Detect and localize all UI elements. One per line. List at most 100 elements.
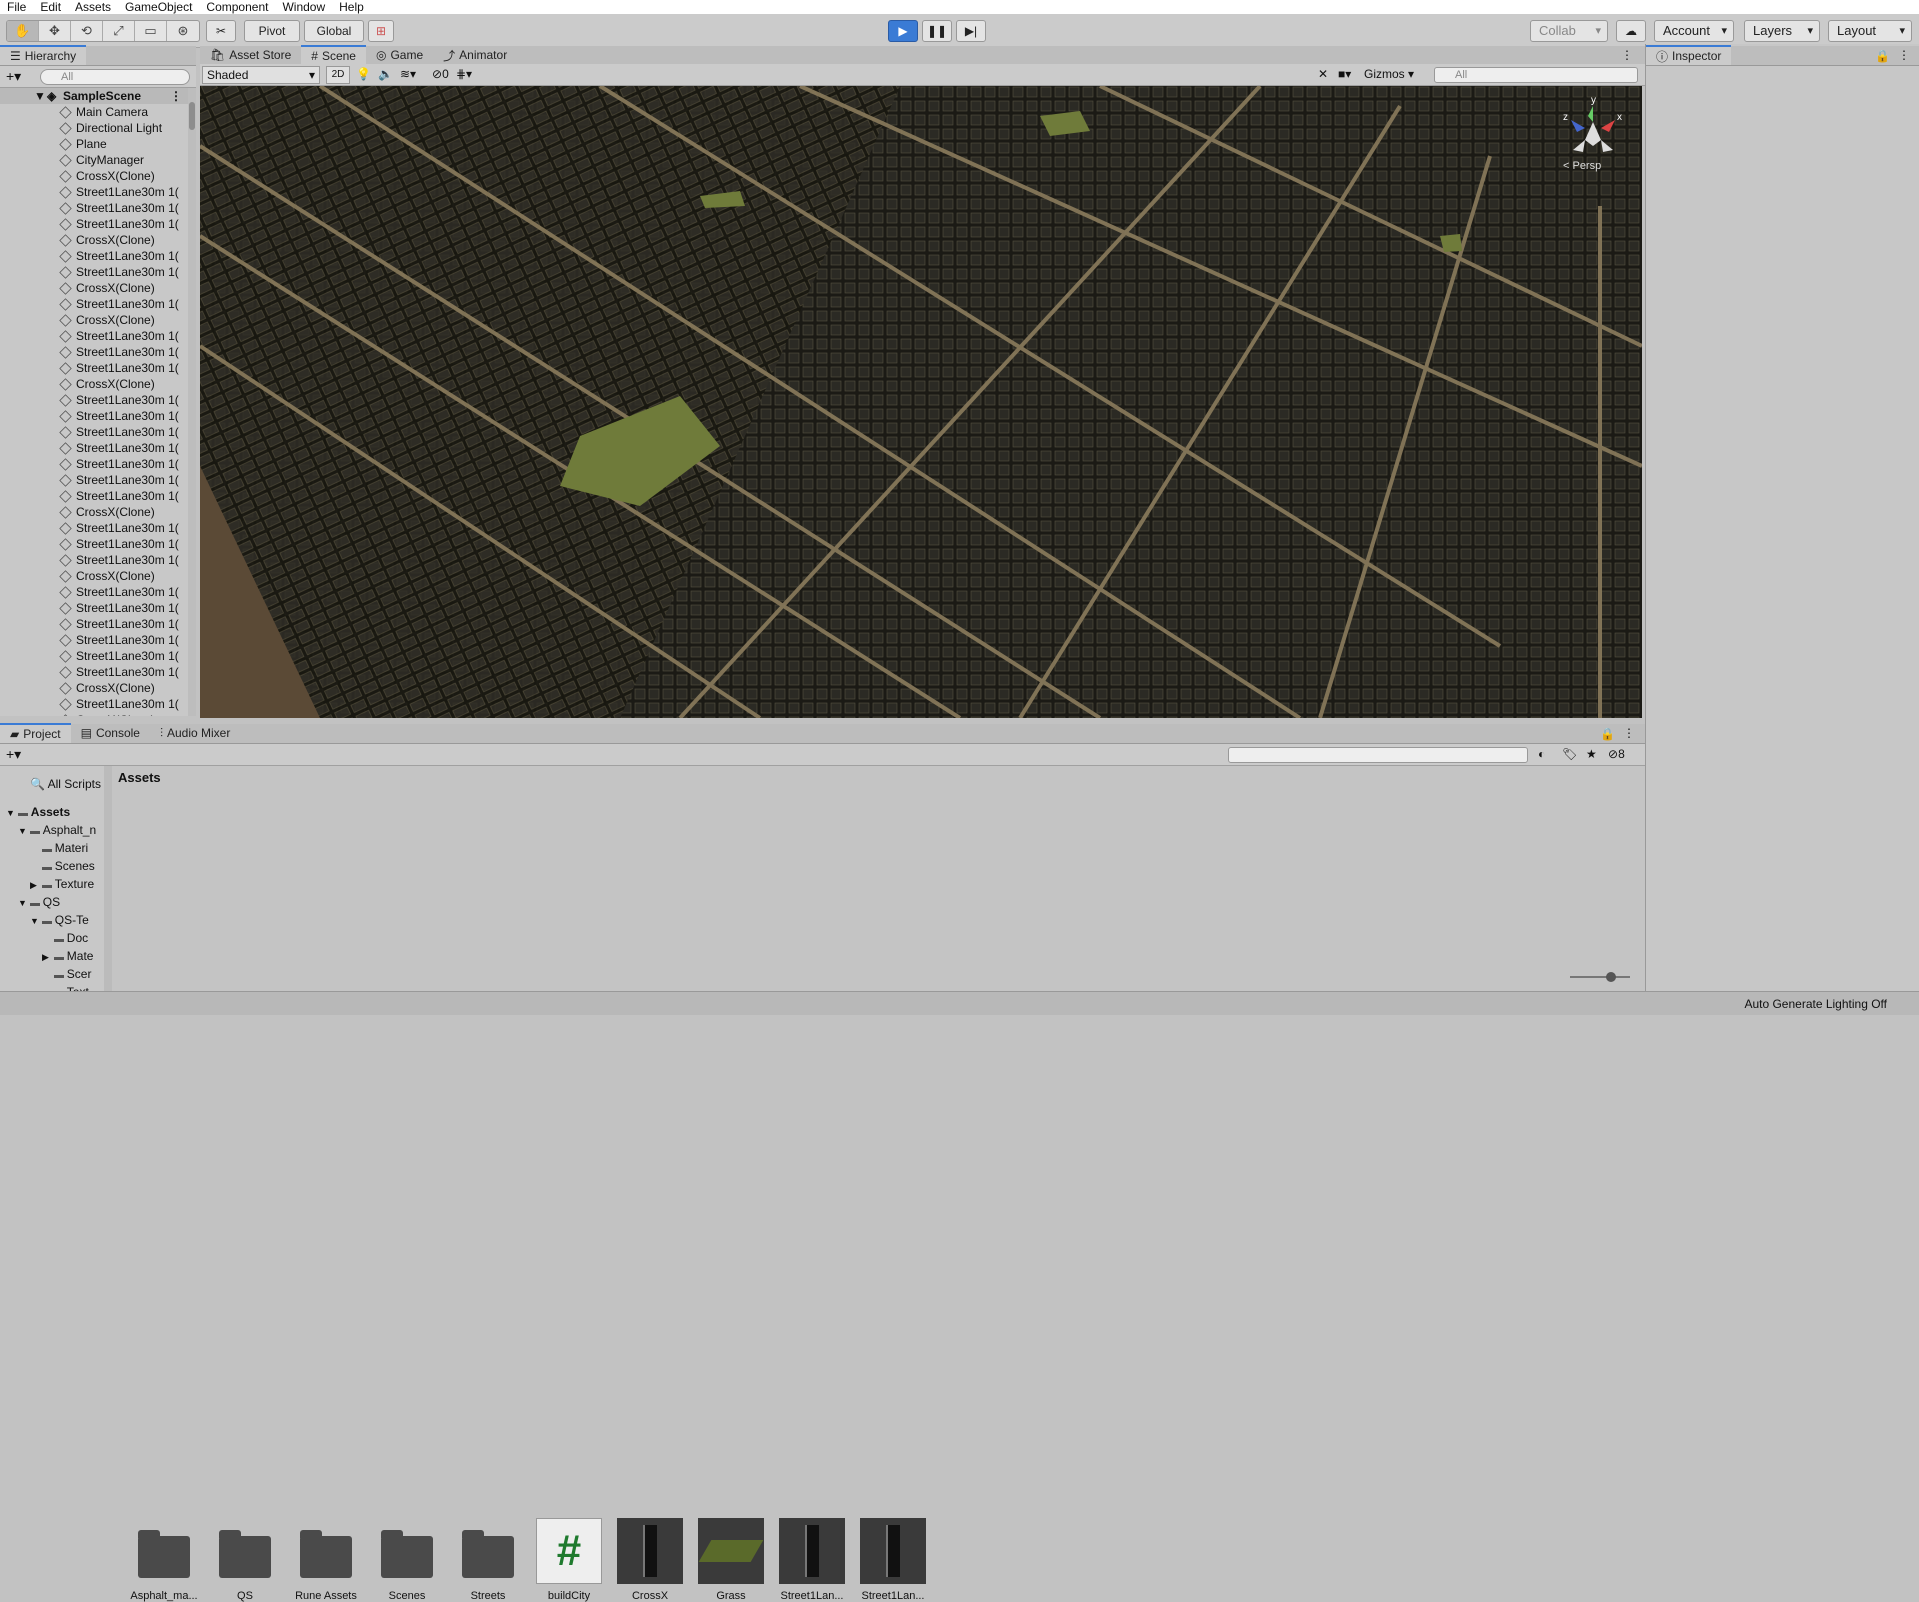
- custom-tool-icon[interactable]: ✂: [206, 20, 236, 42]
- hierarchy-item[interactable]: Street1Lane30m 1(: [0, 424, 190, 440]
- menu-item[interactable]: File: [0, 0, 33, 14]
- play-button[interactable]: ▶: [888, 20, 918, 42]
- menu-item[interactable]: GameObject: [118, 0, 199, 14]
- expand-arrow-icon[interactable]: ▶: [30, 877, 42, 893]
- hierarchy-item[interactable]: Directional Light: [0, 120, 190, 136]
- hierarchy-item[interactable]: CrossX(Clone): [0, 312, 190, 328]
- shading-dropdown[interactable]: Shaded ▾: [202, 66, 320, 84]
- hierarchy-item[interactable]: CrossX(Clone): [0, 504, 190, 520]
- add-icon[interactable]: +▾: [6, 746, 21, 763]
- add-icon[interactable]: +▾: [6, 68, 21, 85]
- transform-tool-icon[interactable]: ⊛: [167, 21, 199, 41]
- scrollbar-thumb[interactable]: [189, 102, 195, 130]
- scene-root[interactable]: ▼ ◈ SampleScene ⋮: [0, 88, 190, 104]
- asset-item[interactable]: Street1Lan...: [853, 1518, 933, 1602]
- menu-item[interactable]: Edit: [33, 0, 68, 14]
- rect-tool-icon[interactable]: ▭: [135, 21, 167, 41]
- layout-dropdown[interactable]: Layout: [1828, 20, 1912, 42]
- lock-icon[interactable]: 🔒: [1875, 49, 1890, 63]
- asset-item[interactable]: Grass: [691, 1518, 771, 1602]
- hierarchy-item[interactable]: Street1Lane30m 1(: [0, 472, 190, 488]
- hierarchy-item[interactable]: Street1Lane30m 1(: [0, 216, 190, 232]
- menu-item[interactable]: Window: [275, 0, 332, 14]
- zoom-slider-handle[interactable]: [1606, 972, 1616, 982]
- expand-arrow-icon[interactable]: ▶: [42, 949, 54, 965]
- folder-tree-item[interactable]: ▼ ▬ QS: [0, 894, 111, 912]
- tab-project[interactable]: ▰ Project: [0, 723, 71, 743]
- tab-game[interactable]: ◎ Game: [366, 45, 433, 65]
- hierarchy-item[interactable]: Street1Lane30m 1(: [0, 184, 190, 200]
- search-by-type-icon[interactable]: ◐: [1538, 747, 1545, 761]
- folder-tree-item[interactable]: ▬ Scer: [0, 966, 111, 984]
- folder-tree-item[interactable]: ▬ Scenes: [0, 858, 111, 876]
- folder-tree-item[interactable]: ▼ ▬ QS-Te: [0, 912, 111, 930]
- hierarchy-item[interactable]: Street1Lane30m 1(: [0, 456, 190, 472]
- folder-tree-item[interactable]: ▼ ▬ Asphalt_n: [0, 822, 111, 840]
- hierarchy-item[interactable]: CrossX(Clone): [0, 232, 190, 248]
- perspective-label[interactable]: < Persp: [1563, 160, 1601, 172]
- hierarchy-item[interactable]: CrossX(Clone): [0, 376, 190, 392]
- folder-tree-item[interactable]: ▬ Doc: [0, 930, 111, 948]
- hierarchy-item[interactable]: Street1Lane30m 1(: [0, 584, 190, 600]
- scene-gizmo[interactable]: y x z < Persp: [1555, 94, 1631, 172]
- hierarchy-item[interactable]: Street1Lane30m 1(: [0, 264, 190, 280]
- favorite-icon[interactable]: ★: [1586, 747, 1597, 761]
- scale-tool-icon[interactable]: ⤢: [103, 21, 135, 41]
- expand-arrow-icon[interactable]: ▼: [18, 823, 30, 839]
- asset-item[interactable]: CrossX: [610, 1518, 690, 1602]
- panel-menu-icon[interactable]: ⋮: [1623, 726, 1635, 740]
- tab-audio-mixer[interactable]: ⫶ Audio Mixer: [150, 723, 240, 743]
- expand-arrow-icon[interactable]: ▼: [18, 895, 30, 911]
- hierarchy-item[interactable]: Plane: [0, 136, 190, 152]
- hierarchy-item[interactable]: Street1Lane30m 1(: [0, 440, 190, 456]
- hand-tool-icon[interactable]: ✋: [7, 21, 39, 41]
- hierarchy-item[interactable]: Street1Lane30m 1(: [0, 664, 190, 680]
- hierarchy-item[interactable]: Street1Lane30m 1(: [0, 600, 190, 616]
- global-button[interactable]: Global: [304, 20, 364, 42]
- camera-icon[interactable]: ■▾: [1338, 67, 1351, 81]
- tab-inspector[interactable]: ⓘ Inspector: [1646, 45, 1732, 65]
- move-tool-icon[interactable]: ✥: [39, 21, 71, 41]
- panel-menu-icon[interactable]: ⋮: [1621, 48, 1633, 62]
- hierarchy-item[interactable]: CrossX(Clone): [0, 680, 190, 696]
- asset-item[interactable]: Streets: [448, 1518, 528, 1602]
- asset-item[interactable]: Street1Lan...: [772, 1518, 852, 1602]
- folder-tree-item[interactable]: ▶ ▬ Mate: [0, 948, 111, 966]
- audio-icon[interactable]: 🔈: [378, 67, 393, 81]
- more-icon[interactable]: ⋮: [170, 88, 182, 104]
- collab-dropdown[interactable]: Collab: [1530, 20, 1608, 42]
- hierarchy-search-input[interactable]: All: [40, 69, 190, 85]
- hierarchy-item[interactable]: Street1Lane30m 1(: [0, 360, 190, 376]
- 2d-toggle[interactable]: 2D: [326, 66, 350, 84]
- hierarchy-item[interactable]: Street1Lane30m 1(: [0, 648, 190, 664]
- rotate-tool-icon[interactable]: ⟲: [71, 21, 103, 41]
- menu-item[interactable]: Assets: [68, 0, 118, 14]
- tab-scene[interactable]: # Scene: [301, 45, 366, 65]
- effects-icon[interactable]: ≋▾: [400, 67, 416, 81]
- lock-icon[interactable]: 🔒: [1600, 727, 1615, 741]
- expand-arrow-icon[interactable]: ▼: [34, 88, 46, 104]
- snap-icon[interactable]: ⊞: [368, 20, 394, 42]
- asset-item[interactable]: Scenes: [367, 1518, 447, 1602]
- cloud-icon[interactable]: ☁: [1616, 20, 1646, 42]
- hierarchy-item[interactable]: Street1Lane30m 1(: [0, 344, 190, 360]
- hierarchy-item[interactable]: CrossX(Clone): [0, 568, 190, 584]
- hierarchy-item[interactable]: CrossX(Clone): [0, 168, 190, 184]
- asset-item[interactable]: # buildCity: [529, 1518, 609, 1602]
- tools-icon[interactable]: ✕: [1318, 67, 1328, 81]
- folder-tree-item[interactable]: ▬ Text: [0, 984, 111, 991]
- tab-hierarchy[interactable]: ☰ Hierarchy: [0, 45, 87, 65]
- hierarchy-item[interactable]: Street1Lane30m 1(: [0, 616, 190, 632]
- hierarchy-item[interactable]: Street1Lane30m 1(: [0, 488, 190, 504]
- hierarchy-item[interactable]: Main Camera: [0, 104, 190, 120]
- account-dropdown[interactable]: Account: [1654, 20, 1734, 42]
- hierarchy-item[interactable]: Street1Lane30m 1(: [0, 296, 190, 312]
- hierarchy-item[interactable]: Street1Lane30m 1(: [0, 536, 190, 552]
- search-by-label-icon[interactable]: 🏷: [1562, 747, 1577, 761]
- panel-menu-icon[interactable]: ⋮: [1898, 48, 1910, 62]
- asset-item[interactable]: Asphalt_ma...: [124, 1518, 204, 1602]
- scene-viewport[interactable]: y x z < Persp: [200, 86, 1642, 718]
- menu-item[interactable]: Component: [199, 0, 275, 14]
- scene-search-input[interactable]: All: [1434, 67, 1638, 83]
- pause-button[interactable]: ❚❚: [922, 20, 952, 42]
